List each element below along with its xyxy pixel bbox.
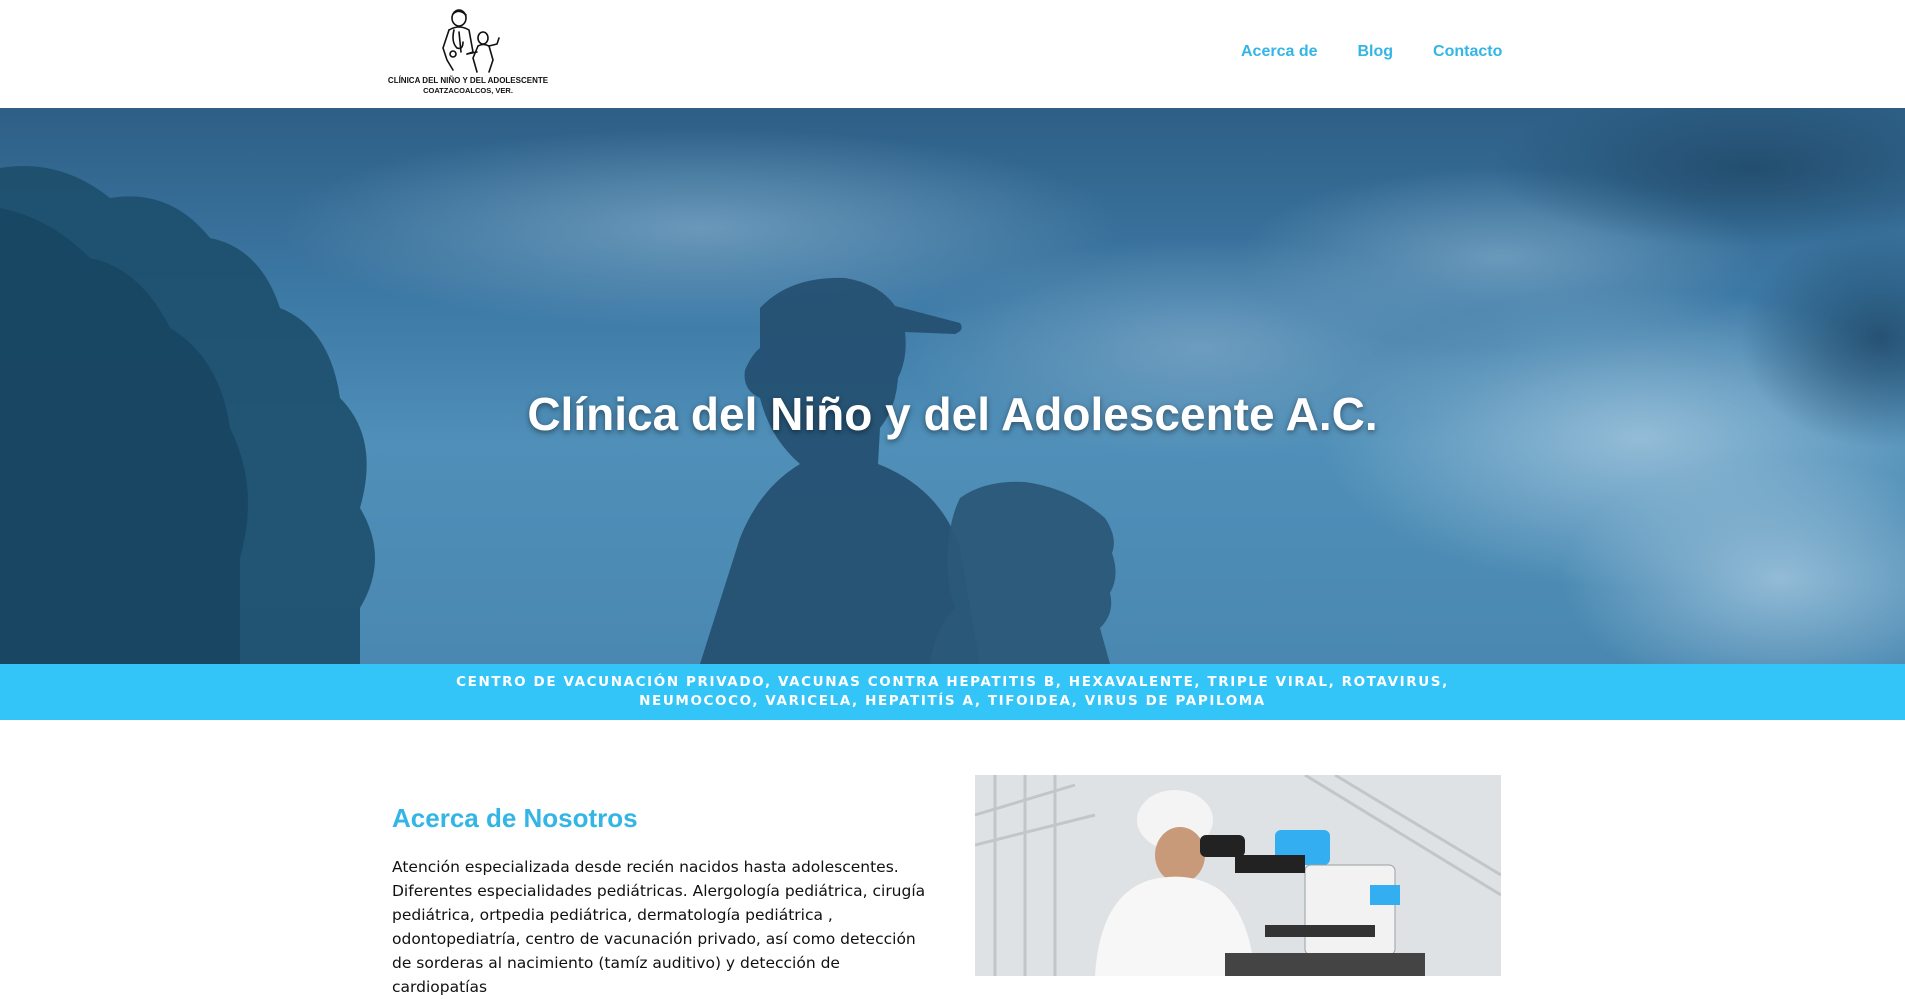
nav-link-acerca-de[interactable]: Acerca de (1241, 43, 1318, 61)
nav-link-blog[interactable]: Blog (1358, 43, 1394, 61)
logo-location: COATZACOALCOS, VER. (423, 86, 513, 95)
hero-section: Clínica del Niño y del Adolescente A.C. (0, 108, 1905, 664)
banner-text: CENTRO DE VACUNACIÓN PRIVADO, VACUNAS CO… (456, 674, 1449, 709)
hero-title: Clínica del Niño y del Adolescente A.C. (527, 387, 1378, 440)
doctor-family-logo-icon (442, 9, 500, 73)
lab-technician-microscope-image (975, 775, 1501, 976)
vaccination-banner: CENTRO DE VACUNACIÓN PRIVADO, VACUNAS CO… (0, 664, 1905, 720)
site-header: CLÍNICA DEL NIÑO Y DEL ADOLESCENTE COATZ… (0, 0, 1905, 108)
nav-link-contacto[interactable]: Contacto (1433, 43, 1502, 61)
clinic-logo[interactable]: CLÍNICA DEL NIÑO Y DEL ADOLESCENTE COATZ… (388, 8, 548, 100)
lab-image-illustration (975, 775, 1501, 976)
about-description: Atención especializada desde recién naci… (392, 858, 926, 996)
main-nav: Acerca de Blog Contacto (1241, 43, 1502, 61)
logo-title: CLÍNICA DEL NIÑO Y DEL ADOLESCENTE (387, 76, 549, 85)
about-title: Acerca de Nosotros (392, 803, 638, 833)
